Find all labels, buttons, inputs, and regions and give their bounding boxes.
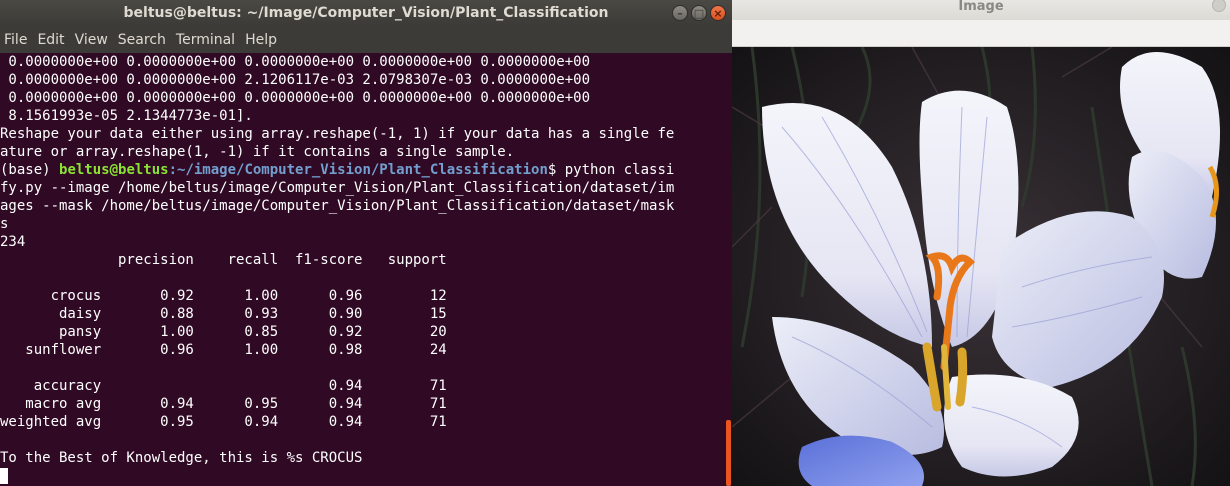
terminal-output[interactable]: 0.0000000e+00 0.0000000e+00 0.0000000e+0…	[0, 53, 724, 486]
report-row-crocus: crocus 0.92 1.00 0.96 12	[0, 288, 447, 304]
report-row-weighted-avg: weighted avg 0.95 0.94 0.94 71	[0, 414, 447, 430]
image-title-bar[interactable]: Image	[732, 0, 1230, 20]
maximize-button[interactable]: □	[691, 5, 707, 21]
image-display	[732, 47, 1230, 486]
terminal-menubar: File Edit View Search Terminal Help	[0, 27, 732, 53]
prompt-symbol: $	[547, 162, 565, 178]
output-line: ature or array.reshape(1, -1) if it cont…	[0, 144, 515, 160]
menu-terminal[interactable]: Terminal	[171, 27, 240, 53]
window-controls: – □ ×	[672, 5, 726, 22]
report-line	[0, 431, 724, 449]
report-row-accuracy: accuracy 0.94 71	[0, 378, 447, 394]
output-line: 0.0000000e+00 0.0000000e+00 0.0000000e+0…	[0, 54, 591, 70]
menu-file[interactable]: File	[0, 27, 32, 53]
output-line: Reshape your data either using array.res…	[0, 126, 675, 142]
image-window-title: Image	[958, 0, 1004, 14]
report-row-daisy: daisy 0.88 0.93 0.90 15	[0, 306, 447, 322]
report-row-sunflower: sunflower 0.96 1.00 0.98 24	[0, 342, 447, 358]
report-line	[0, 359, 724, 377]
command-line: ages --mask /home/beltus/image/Computer_…	[0, 198, 675, 214]
scrollbar-thumb[interactable]	[726, 420, 731, 486]
output-line: 0.0000000e+00 0.0000000e+00 0.0000000e+0…	[0, 90, 591, 106]
output-line: 8.1561993e-05 2.1344773e-01].	[0, 108, 253, 124]
terminal-title-bar[interactable]: beltus@beltus: ~/Image/Computer_Vision/P…	[0, 0, 732, 27]
minimize-button[interactable]: –	[672, 5, 688, 21]
menu-search[interactable]: Search	[113, 27, 171, 53]
crocus-flower-image	[732, 47, 1230, 486]
image-toolbar	[732, 20, 1230, 47]
report-row-pansy: pansy 1.00 0.85 0.92 20	[0, 324, 447, 340]
command-line: fy.py --image /home/beltus/image/Compute…	[0, 180, 675, 196]
menu-help[interactable]: Help	[240, 27, 282, 53]
command-line: s	[0, 216, 9, 232]
menu-edit[interactable]: Edit	[32, 27, 69, 53]
report-row-macro-avg: macro avg 0.94 0.95 0.94 71	[0, 396, 447, 412]
text-cursor	[0, 468, 8, 484]
prompt-path: :~/image/Computer_Vision/Plant_Classific…	[168, 162, 548, 178]
output-line: 234	[0, 234, 26, 250]
report-header: precision recall f1-score support	[0, 252, 447, 268]
image-window[interactable]: Image	[732, 0, 1230, 486]
result-line: To the Best of Knowledge, this is %s CRO…	[0, 450, 363, 466]
report-line	[0, 269, 724, 287]
menu-view[interactable]: View	[70, 27, 113, 53]
prompt-line: (base) beltus@beltus:~/image/Computer_Vi…	[0, 161, 724, 179]
output-line: 0.0000000e+00 0.0000000e+00 2.1206117e-0…	[0, 72, 591, 88]
command-text: python classi	[564, 162, 675, 178]
close-button[interactable]: ×	[710, 5, 726, 21]
terminal-scrollbar[interactable]	[724, 53, 732, 486]
image-window-controls	[1212, 0, 1226, 12]
terminal-title: beltus@beltus: ~/Image/Computer_Vision/P…	[123, 5, 609, 21]
prompt-env: (base)	[0, 162, 60, 178]
terminal-window[interactable]: beltus@beltus: ~/Image/Computer_Vision/P…	[0, 0, 732, 486]
minimize-button[interactable]	[1212, 0, 1226, 12]
prompt-user-host: beltus@beltus	[59, 162, 169, 178]
cursor-line	[0, 467, 724, 485]
